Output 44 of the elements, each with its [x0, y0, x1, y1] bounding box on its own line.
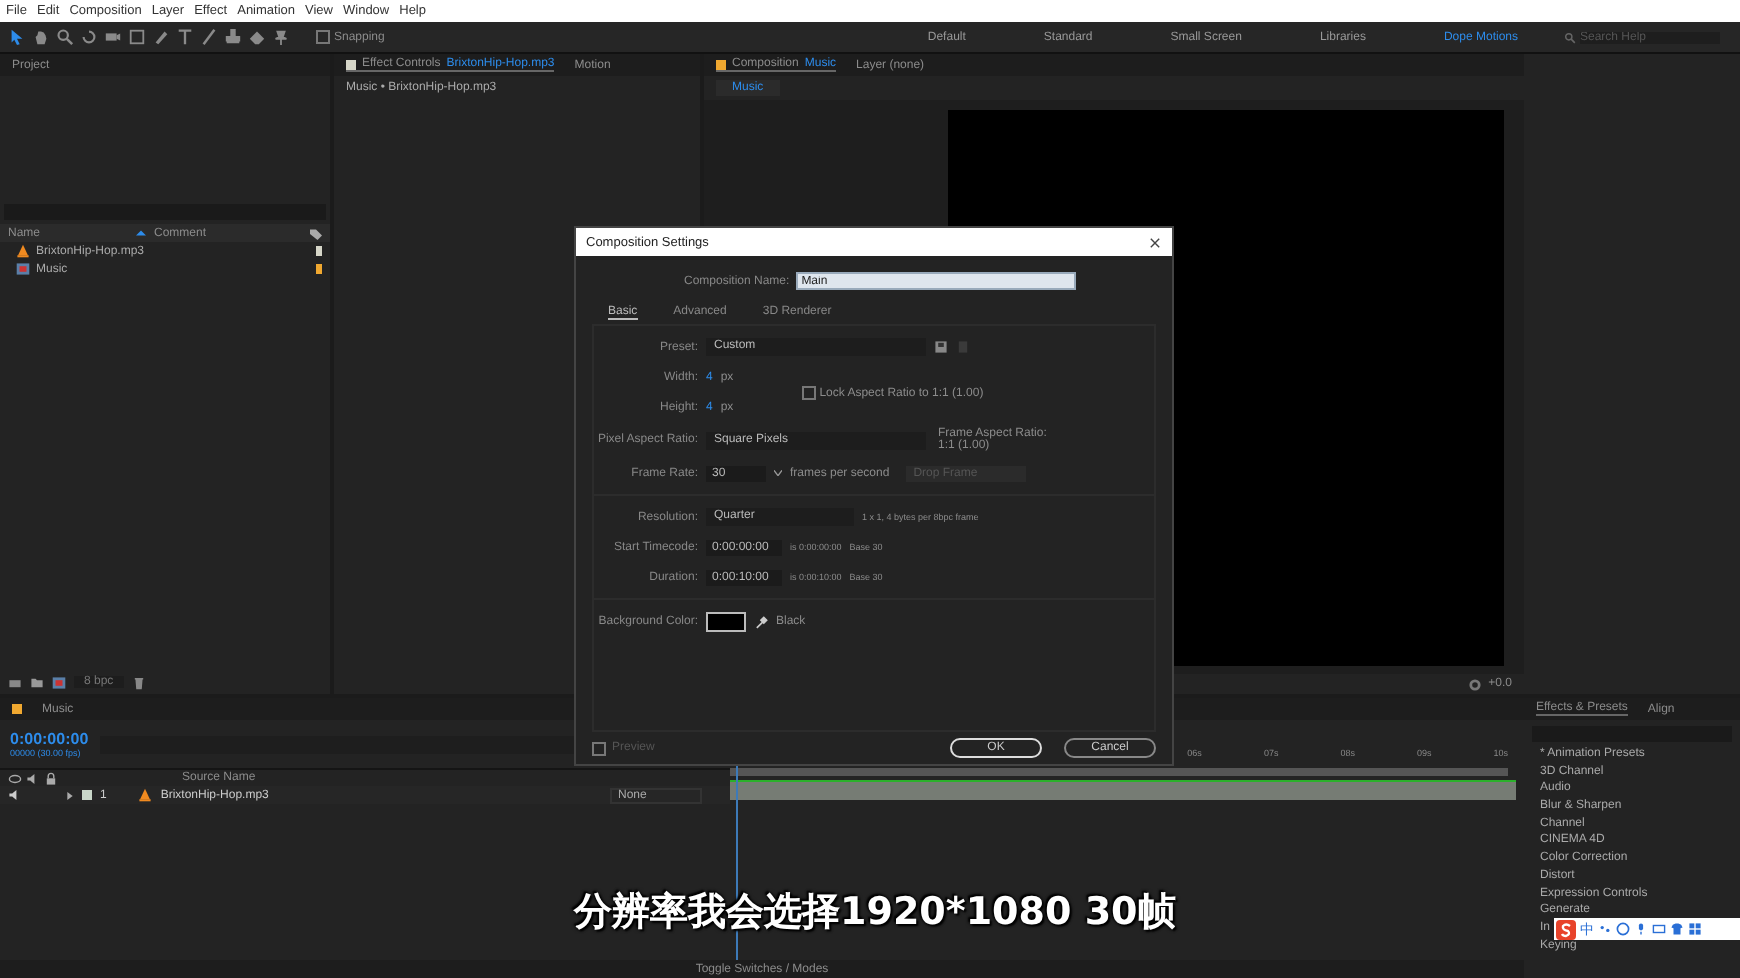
search-icon	[1564, 31, 1576, 43]
sort-ascending-icon	[136, 230, 146, 236]
trash-icon[interactable]	[131, 675, 146, 689]
grid-icon[interactable]	[1688, 922, 1702, 936]
text-icon[interactable]	[176, 28, 194, 46]
lock-icon[interactable]	[44, 771, 58, 785]
snapping-checkbox[interactable]	[316, 30, 330, 44]
close-icon[interactable]	[1148, 235, 1162, 249]
background-color-swatch[interactable]	[706, 612, 746, 632]
label-swatch[interactable]	[82, 790, 92, 800]
brush-icon[interactable]	[200, 28, 218, 46]
punctuation-icon[interactable]	[1598, 922, 1612, 936]
label-swatch[interactable]	[316, 264, 322, 274]
pin-icon[interactable]	[272, 28, 290, 46]
eyedropper-icon[interactable]	[754, 615, 768, 629]
microphone-icon[interactable]	[1634, 922, 1648, 936]
eraser-icon[interactable]	[248, 28, 266, 46]
camera-icon[interactable]	[104, 28, 122, 46]
label-swatch	[12, 704, 22, 714]
caret-icon[interactable]	[774, 470, 782, 476]
preview-checkbox[interactable]	[592, 741, 606, 755]
expand-triangle-icon[interactable]	[66, 791, 74, 799]
composition-icon	[16, 262, 30, 276]
current-timecode[interactable]: 0:00:00:00	[10, 730, 89, 748]
zoom-icon[interactable]	[56, 28, 74, 46]
input-method-logo-icon[interactable]	[1556, 919, 1576, 939]
hand-icon[interactable]	[32, 28, 50, 46]
rotate-icon[interactable]	[80, 28, 98, 46]
composition-icon[interactable]	[52, 675, 66, 689]
folder-icon[interactable]	[30, 675, 44, 689]
shirt-icon[interactable]	[1670, 922, 1684, 936]
tag-icon	[310, 227, 322, 239]
label-swatch[interactable]	[316, 246, 322, 256]
keyboard-icon[interactable]	[1652, 922, 1666, 936]
lock-aspect-checkbox[interactable]	[801, 386, 816, 400]
rectangle-icon[interactable]	[128, 28, 146, 46]
cone-icon	[138, 788, 153, 802]
stamp-icon[interactable]	[224, 28, 242, 46]
selection-arrow-icon[interactable]	[8, 28, 26, 46]
pen-icon[interactable]	[152, 28, 170, 46]
save-preset-icon[interactable]	[934, 340, 948, 354]
gear-icon[interactable]	[1468, 677, 1483, 691]
cone-icon	[16, 244, 30, 258]
eye-icon[interactable]	[8, 771, 22, 785]
